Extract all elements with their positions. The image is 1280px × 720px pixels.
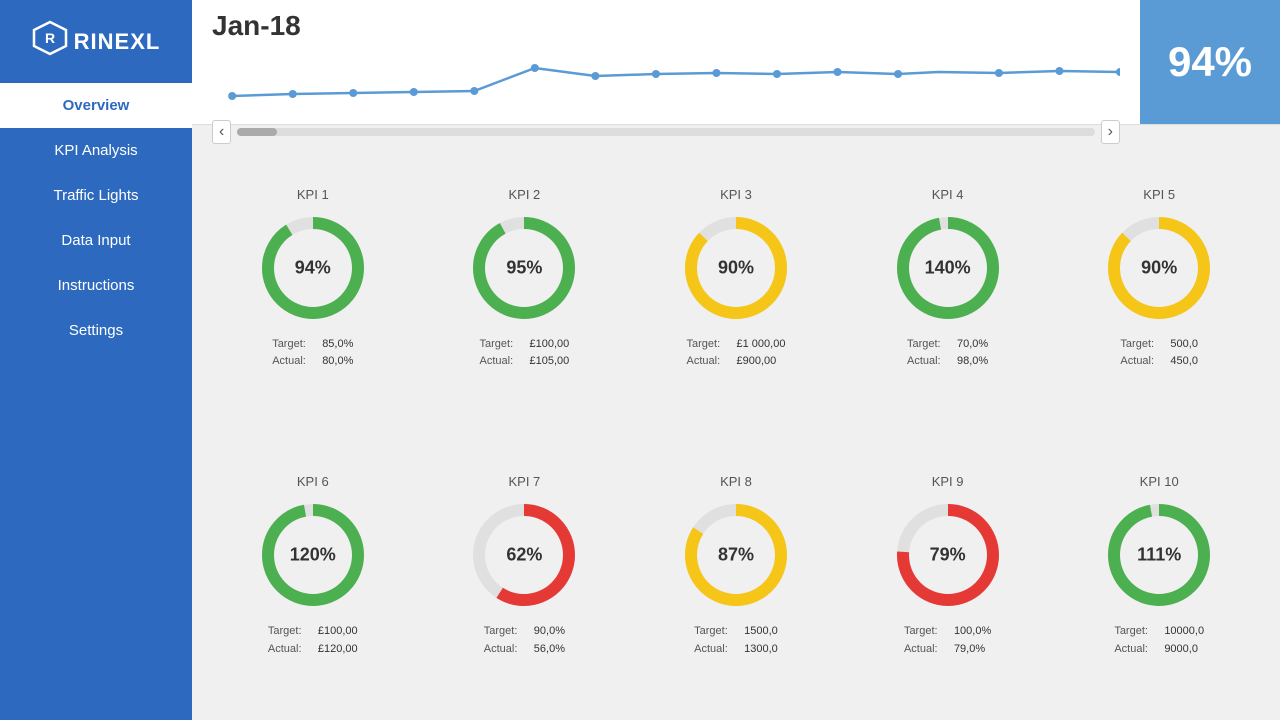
sidebar-item-settings[interactable]: Settings — [0, 308, 192, 353]
kpi-stats-kpi2: Target:£100,00Actual:£105,00 — [480, 336, 570, 371]
kpi-cell-kpi3: KPI 3 90% Target:£1 000,00Actual:£900,00 — [630, 135, 842, 423]
donut-kpi2: 95% — [464, 208, 584, 328]
sidebar-item-instructions[interactable]: Instructions — [0, 263, 192, 308]
sidebar-item-overview[interactable]: Overview — [0, 83, 192, 128]
kpi-stats-kpi9: Target:100,0%Actual:79,0% — [904, 623, 991, 658]
score-value: 94% — [1168, 38, 1252, 86]
prev-button[interactable]: ‹ — [212, 120, 231, 144]
logo-icon: R — [32, 20, 68, 63]
sidebar-item-traffic-lights[interactable]: Traffic Lights — [0, 173, 192, 218]
kpi-value-kpi2: 95% — [506, 257, 542, 278]
donut-kpi1: 94% — [253, 208, 373, 328]
kpi-cell-kpi4: KPI 4 140% Target:70,0%Actual:98,0% — [842, 135, 1054, 423]
donut-kpi6: 120% — [253, 495, 373, 615]
kpi-value-kpi4: 140% — [925, 257, 971, 278]
kpi-cell-kpi9: KPI 9 79% Target:100,0%Actual:79,0% — [842, 423, 1054, 711]
donut-kpi7: 62% — [464, 495, 584, 615]
kpi-label-kpi4: KPI 4 — [932, 187, 964, 202]
kpi-stats-kpi6: Target:£100,00Actual:£120,00 — [268, 623, 358, 658]
kpi-label-kpi3: KPI 3 — [720, 187, 752, 202]
header-area: Jan-18 ‹ — [192, 0, 1280, 125]
kpi-label-kpi1: KPI 1 — [297, 187, 329, 202]
kpi-stats-kpi10: Target:10000,0Actual:9000,0 — [1114, 623, 1204, 658]
kpi-label-kpi9: KPI 9 — [932, 474, 964, 489]
sidebar-item-data-input[interactable]: Data Input — [0, 218, 192, 263]
kpi-stats-kpi7: Target:90,0%Actual:56,0% — [484, 623, 565, 658]
nav-controls: ‹ › — [212, 120, 1120, 144]
donut-kpi10: 111% — [1099, 495, 1219, 615]
sidebar: R RINEXL OverviewKPI AnalysisTraffic Lig… — [0, 0, 192, 720]
donut-kpi3: 90% — [676, 208, 796, 328]
kpi-value-kpi10: 111% — [1137, 545, 1181, 566]
kpi-cell-kpi7: KPI 7 62% Target:90,0%Actual:56,0% — [419, 423, 631, 711]
donut-kpi8: 87% — [676, 495, 796, 615]
kpi-grid: KPI 1 94% Target:85,0%Actual:80,0% KPI 2 95%… — [192, 125, 1280, 720]
kpi-label-kpi8: KPI 8 — [720, 474, 752, 489]
kpi-cell-kpi10: KPI 10 111% Target:10000,0Actual:9000,0 — [1053, 423, 1265, 711]
kpi-value-kpi9: 79% — [930, 545, 966, 566]
kpi-value-kpi5: 90% — [1141, 257, 1177, 278]
donut-kpi9: 79% — [888, 495, 1008, 615]
scrollbar-track[interactable] — [237, 128, 1094, 136]
donut-kpi4: 140% — [888, 208, 1008, 328]
main-content: Jan-18 ‹ — [192, 0, 1280, 720]
kpi-stats-kpi3: Target:£1 000,00Actual:£900,00 — [687, 336, 786, 371]
kpi-value-kpi7: 62% — [506, 545, 542, 566]
kpi-label-kpi10: KPI 10 — [1140, 474, 1179, 489]
kpi-cell-kpi2: KPI 2 95% Target:£100,00Actual:£105,00 — [419, 135, 631, 423]
trend-chart — [212, 46, 1120, 111]
kpi-cell-kpi5: KPI 5 90% Target:500,0Actual:450,0 — [1053, 135, 1265, 423]
logo-area: R RINEXL — [16, 10, 177, 83]
kpi-value-kpi1: 94% — [295, 257, 331, 278]
sidebar-item-kpi-analysis[interactable]: KPI Analysis — [0, 128, 192, 173]
kpi-value-kpi8: 87% — [718, 545, 754, 566]
month-title: Jan-18 — [212, 10, 1120, 42]
kpi-cell-kpi8: KPI 8 87% Target:1500,0Actual:1300,0 — [630, 423, 842, 711]
kpi-label-kpi5: KPI 5 — [1143, 187, 1175, 202]
kpi-cell-kpi1: KPI 1 94% Target:85,0%Actual:80,0% — [207, 135, 419, 423]
kpi-label-kpi2: KPI 2 — [508, 187, 540, 202]
next-button[interactable]: › — [1101, 120, 1120, 144]
score-box: 94% — [1140, 0, 1280, 124]
kpi-value-kpi6: 120% — [290, 545, 336, 566]
chart-section: Jan-18 ‹ — [192, 0, 1140, 124]
kpi-stats-kpi5: Target:500,0Actual:450,0 — [1120, 336, 1198, 371]
kpi-label-kpi7: KPI 7 — [508, 474, 540, 489]
logo-text: RINEXL — [74, 29, 161, 55]
scrollbar-thumb[interactable] — [237, 128, 277, 136]
kpi-value-kpi3: 90% — [718, 257, 754, 278]
kpi-stats-kpi4: Target:70,0%Actual:98,0% — [907, 336, 988, 371]
kpi-stats-kpi8: Target:1500,0Actual:1300,0 — [694, 623, 778, 658]
svg-text:R: R — [45, 30, 55, 46]
kpi-label-kpi6: KPI 6 — [297, 474, 329, 489]
donut-kpi5: 90% — [1099, 208, 1219, 328]
kpi-cell-kpi6: KPI 6 120% Target:£100,00Actual:£120,00 — [207, 423, 419, 711]
kpi-stats-kpi1: Target:85,0%Actual:80,0% — [272, 336, 353, 371]
